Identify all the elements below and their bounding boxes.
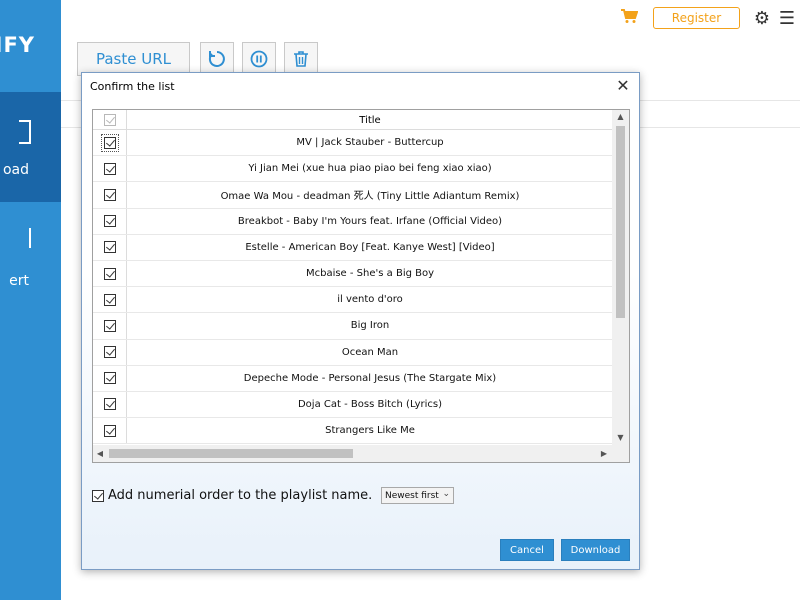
download-button[interactable]: Download <box>561 539 630 561</box>
pause-button[interactable] <box>242 42 276 76</box>
row-title: MV | Jack Stauber - Buttercup <box>296 137 444 149</box>
row-checkbox[interactable] <box>103 241 116 254</box>
row-checkbox[interactable] <box>103 215 116 228</box>
sidebar-item-label: oad <box>2 162 29 178</box>
row-checkbox[interactable] <box>103 372 116 385</box>
table-row[interactable]: Yi Jian Mei (xue hua piao piao bei feng … <box>93 156 613 183</box>
numerical-order-label: Add numerial order to the playlist name. <box>108 488 373 503</box>
numerical-order-checkbox[interactable] <box>92 489 104 502</box>
table-row[interactable]: Strangers Like Me <box>93 418 613 445</box>
paste-url-button[interactable]: Paste URL <box>77 42 190 76</box>
row-title: Yi Jian Mei (xue hua piao piao bei feng … <box>248 163 492 175</box>
row-checkbox[interactable] <box>103 346 116 359</box>
scroll-left-icon[interactable]: ◀ <box>93 445 107 462</box>
table-row[interactable]: MV | Jack Stauber - Buttercup <box>93 130 613 157</box>
table-row[interactable]: Breakbot - Baby I'm Yours feat. Irfane (… <box>93 208 613 235</box>
row-checkbox[interactable] <box>103 267 116 280</box>
chevron-down-icon: ⌄ <box>442 489 450 499</box>
scroll-down-icon[interactable]: ▼ <box>612 431 629 445</box>
row-title: il vento d'oro <box>337 294 403 306</box>
refresh-button[interactable] <box>200 42 234 76</box>
row-checkbox[interactable] <box>103 319 116 332</box>
table-row[interactable]: Big Iron <box>93 313 613 340</box>
cart-icon[interactable] <box>619 8 639 29</box>
trash-icon <box>294 51 308 67</box>
sidebar-item-convert[interactable]: ert <box>0 202 61 312</box>
vertical-scrollbar[interactable]: ▲ ▼ <box>612 110 629 445</box>
order-select[interactable]: Newest first ⌄ <box>381 487 454 504</box>
convert-icon <box>19 228 31 248</box>
table-row[interactable]: Estelle - American Boy [Feat. Kanye West… <box>93 234 613 261</box>
row-title: Breakbot - Baby I'm Yours feat. Irfane (… <box>237 215 503 227</box>
download-icon <box>19 120 31 144</box>
row-checkbox[interactable] <box>103 162 116 175</box>
register-button[interactable]: Register <box>653 7 740 29</box>
playlist-table: Title MV | Jack Stauber - Buttercup Yi J… <box>92 109 630 463</box>
refresh-icon <box>208 51 225 67</box>
app-logo: IFY <box>0 33 35 57</box>
row-title: Omae Wa Mou - deadman 死人 (Tiny Little Ad… <box>220 191 520 203</box>
row-checkbox[interactable] <box>103 398 116 411</box>
row-checkbox[interactable] <box>103 293 116 306</box>
row-title: Big Iron <box>350 320 390 332</box>
table-row[interactable]: Mcbaise - She's a Big Boy <box>93 260 613 288</box>
scroll-thumb[interactable] <box>616 126 625 318</box>
cancel-button[interactable]: Cancel <box>500 539 554 561</box>
gear-icon[interactable]: ⚙ <box>753 8 771 29</box>
row-title: Mcbaise - She's a Big Boy <box>305 268 435 280</box>
column-header-title: Title <box>359 114 381 126</box>
table-row[interactable]: Ocean Man <box>93 339 613 366</box>
row-title: Doja Cat - Boss Bitch (Lyrics) <box>297 398 443 410</box>
horizontal-scrollbar[interactable]: ◀ ▶ <box>93 445 629 462</box>
numerical-order-option[interactable]: Add numerial order to the playlist name. <box>92 488 372 503</box>
row-checkbox[interactable] <box>103 188 116 201</box>
menu-icon[interactable]: ☰ <box>778 8 796 29</box>
topbar: Register ⚙ ☰ <box>619 7 796 29</box>
confirm-list-dialog: Confirm the list ✕ Title MV | Jack Staub… <box>81 72 640 570</box>
row-title: Ocean Man <box>341 346 399 358</box>
row-checkbox[interactable] <box>103 424 116 437</box>
row-title: Estelle - American Boy [Feat. Kanye West… <box>245 241 495 253</box>
order-select-value: Newest first <box>385 490 439 501</box>
toolbar: Paste URL <box>77 42 326 76</box>
row-title: Strangers Like Me <box>325 425 415 437</box>
sidebar: IFY oad ert <box>0 0 61 600</box>
pause-icon <box>250 50 268 68</box>
select-all-checkbox[interactable] <box>103 114 116 126</box>
table-row[interactable]: Doja Cat - Boss Bitch (Lyrics) <box>93 391 613 419</box>
scroll-thumb[interactable] <box>109 449 353 458</box>
row-checkbox[interactable] <box>103 136 116 149</box>
table-body: MV | Jack Stauber - Buttercup Yi Jian Me… <box>93 130 613 445</box>
scroll-right-icon[interactable]: ▶ <box>597 445 611 462</box>
table-header: Title <box>93 110 613 130</box>
table-row[interactable]: il vento d'oro <box>93 287 613 314</box>
sidebar-item-download[interactable]: oad <box>0 92 61 202</box>
table-row[interactable]: Depeche Mode - Personal Jesus (The Starg… <box>93 365 613 392</box>
sidebar-item-label: ert <box>9 273 29 289</box>
table-row[interactable]: Omae Wa Mou - deadman 死人 (Tiny Little Ad… <box>93 182 613 209</box>
scroll-up-icon[interactable]: ▲ <box>612 110 629 124</box>
dialog-title: Confirm the list <box>90 80 175 93</box>
delete-button[interactable] <box>284 42 318 76</box>
close-icon[interactable]: ✕ <box>615 76 631 95</box>
row-title: Depeche Mode - Personal Jesus (The Starg… <box>243 372 497 384</box>
